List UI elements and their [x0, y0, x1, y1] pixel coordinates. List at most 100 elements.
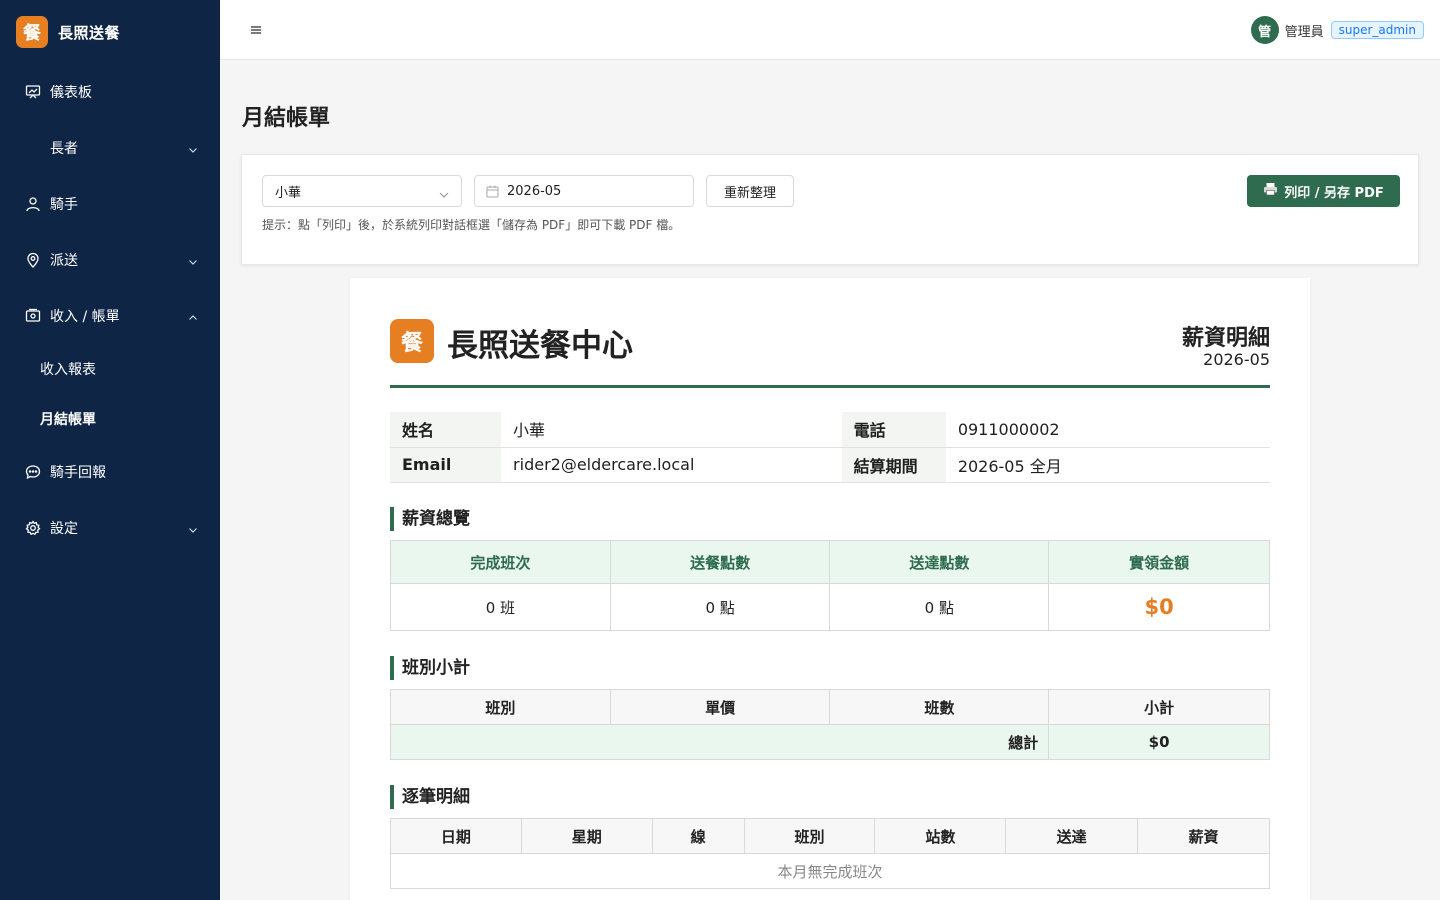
table-row: 本月無完成班次 [390, 853, 1270, 889]
organization-name: 長照送餐中心 [447, 328, 633, 364]
sidebar-item-label: 派送 [50, 253, 78, 269]
brand[interactable]: 餐 長照送餐 [0, 0, 220, 64]
sidebar-subitem-income-report[interactable]: 收入報表 [0, 344, 220, 394]
table-header-row: 完成班次 送餐點數 送達點數 實領金額 [390, 540, 1270, 584]
sidebar: 餐 長照送餐 儀表板 長者 騎手 派送 收入 / 帳單 收入報表 月結帳單 騎手… [0, 0, 220, 900]
sidebar-subitem-monthly-bill[interactable]: 月結帳單 [0, 394, 220, 444]
column-header: 實領金額 [1048, 540, 1270, 584]
gear-icon [24, 519, 42, 537]
sidebar-item-label: 騎手回報 [50, 465, 106, 481]
sidebar-item-label: 騎手 [50, 197, 78, 213]
total-row: 總計 $0 [389, 724, 1270, 760]
menu-toggle-icon[interactable] [250, 20, 266, 40]
column-header: 線 [651, 818, 745, 854]
table-header-row: 日期 星期 線 班別 站數 送達 薪資 [390, 818, 1270, 854]
print-pdf-label: 列印 / 另存 PDF [1284, 185, 1384, 201]
month-picker[interactable]: 2026-05 [474, 175, 694, 207]
chevron-down-icon [188, 523, 198, 539]
toolbar-card: 小華 2026-05 重新整理 列印 / 另存 PDF 提示：點「列印」後，於系… [241, 154, 1419, 265]
sidebar-item-elders[interactable]: 長者 [0, 120, 220, 176]
shift-subtotal-section-title: 班別小計 [390, 656, 470, 680]
email-value: rider2@eldercare.local [501, 447, 842, 483]
user-name: 管理員 [1284, 24, 1324, 40]
sidebar-subitem-label: 收入報表 [40, 362, 96, 378]
rider-select-value: 小華 [275, 185, 302, 201]
brand-name: 長照送餐 [58, 23, 121, 42]
column-header: 送達點數 [829, 540, 1050, 584]
detail-section-title: 逐筆明細 [390, 785, 470, 809]
column-header: 日期 [390, 818, 522, 854]
rider-select[interactable]: 小華 [262, 175, 462, 207]
shift-subtotal-table: 班別 單價 班數 小計 總計 $0 [389, 689, 1270, 760]
top-header: 管 管理員 super_admin [220, 0, 1440, 60]
document-logo: 餐 [390, 319, 434, 363]
rider-info-table: 姓名 小華 電話 0911000002 Email rider2@elderca… [390, 412, 1270, 483]
name-label: 姓名 [390, 412, 502, 448]
meal-points-value: 0 點 [609, 583, 831, 631]
summary-section-title: 薪資總覽 [390, 507, 470, 531]
sidebar-item-settings[interactable]: 設定 [0, 500, 220, 556]
chevron-up-icon [188, 311, 198, 327]
completed-shifts-value: 0 班 [390, 583, 611, 631]
table-row: Email rider2@eldercare.local 結算期間 2026-0… [390, 447, 1270, 483]
user-menu[interactable]: 管 管理員 super_admin [1250, 16, 1424, 44]
name-value: 小華 [501, 412, 842, 448]
salary-summary-table: 完成班次 送餐點數 送達點數 實領金額 0 班 0 點 0 點 $0 [390, 540, 1270, 631]
table-row: 姓名 小華 電話 0911000002 [390, 412, 1270, 448]
sidebar-item-label: 儀表板 [50, 85, 92, 101]
total-value: $0 [1048, 724, 1270, 760]
brand-logo: 餐 [16, 16, 48, 48]
sidebar-item-dispatch[interactable]: 派送 [0, 232, 220, 288]
sidebar-item-label: 長者 [50, 141, 78, 157]
sidebar-subitem-label: 月結帳單 [40, 412, 96, 428]
table-header-row: 班別 單價 班數 小計 [390, 689, 1270, 725]
sidebar-item-riders[interactable]: 騎手 [0, 176, 220, 232]
column-header: 單價 [609, 689, 831, 725]
column-header: 送達 [1005, 818, 1139, 854]
sidebar-item-label: 收入 / 帳單 [50, 309, 120, 325]
role-badge: super_admin [1330, 21, 1424, 39]
sidebar-item-rider-reports[interactable]: 騎手回報 [0, 444, 220, 500]
email-label: Email [390, 447, 502, 483]
column-header: 薪資 [1137, 818, 1270, 854]
settle-period-label: 結算期間 [841, 447, 946, 483]
chevron-down-icon [188, 143, 198, 159]
printer-icon [1263, 182, 1278, 200]
column-header: 小計 [1048, 689, 1270, 725]
sidebar-item-label: 設定 [50, 521, 78, 537]
column-header: 送餐點數 [609, 540, 831, 584]
avatar: 管 [1250, 16, 1279, 44]
column-header: 班別 [390, 689, 611, 725]
sidebar-item-dashboard[interactable]: 儀表板 [0, 64, 220, 120]
calendar-icon [486, 185, 499, 202]
chat-icon [24, 463, 42, 481]
column-header: 站數 [874, 818, 1007, 854]
column-header: 星期 [520, 818, 653, 854]
empty-state-text: 本月無完成班次 [390, 853, 1270, 889]
chevron-down-icon [188, 255, 198, 271]
phone-label: 電話 [841, 412, 946, 448]
table-row: 0 班 0 點 0 點 $0 [390, 583, 1270, 631]
payslip-document: 餐 長照送餐中心 薪資明細 2026-05 姓名 小華 電話 091100000… [350, 278, 1310, 900]
print-pdf-button[interactable]: 列印 / 另存 PDF [1247, 175, 1400, 207]
refresh-button[interactable]: 重新整理 [706, 175, 794, 207]
net-pay-value: $0 [1048, 583, 1270, 631]
total-label: 總計 [389, 724, 1050, 760]
column-header: 班別 [743, 818, 876, 854]
page-title: 月結帳單 [242, 106, 331, 131]
detail-table: 日期 星期 線 班別 站數 送達 薪資 本月無完成班次 [390, 818, 1270, 889]
receipt-icon [24, 307, 42, 325]
document-period: 2026-05 [1203, 350, 1270, 369]
dashboard-icon [24, 83, 42, 101]
column-header: 班數 [829, 689, 1050, 725]
sidebar-item-billing[interactable]: 收入 / 帳單 [0, 288, 220, 344]
phone-value: 0911000002 [945, 412, 1270, 448]
column-header: 完成班次 [390, 540, 611, 584]
settle-period-value: 2026-05 全月 [945, 447, 1270, 483]
user-icon [24, 195, 42, 213]
print-hint: 提示：點「列印」後，於系統列印對話框選「儲存為 PDF」即可下載 PDF 檔。 [262, 218, 681, 232]
chevron-down-icon [439, 188, 449, 203]
document-header: 餐 長照送餐中心 薪資明細 2026-05 [390, 318, 1270, 388]
month-picker-value: 2026-05 [507, 183, 562, 199]
delivered-points-value: 0 點 [829, 583, 1050, 631]
